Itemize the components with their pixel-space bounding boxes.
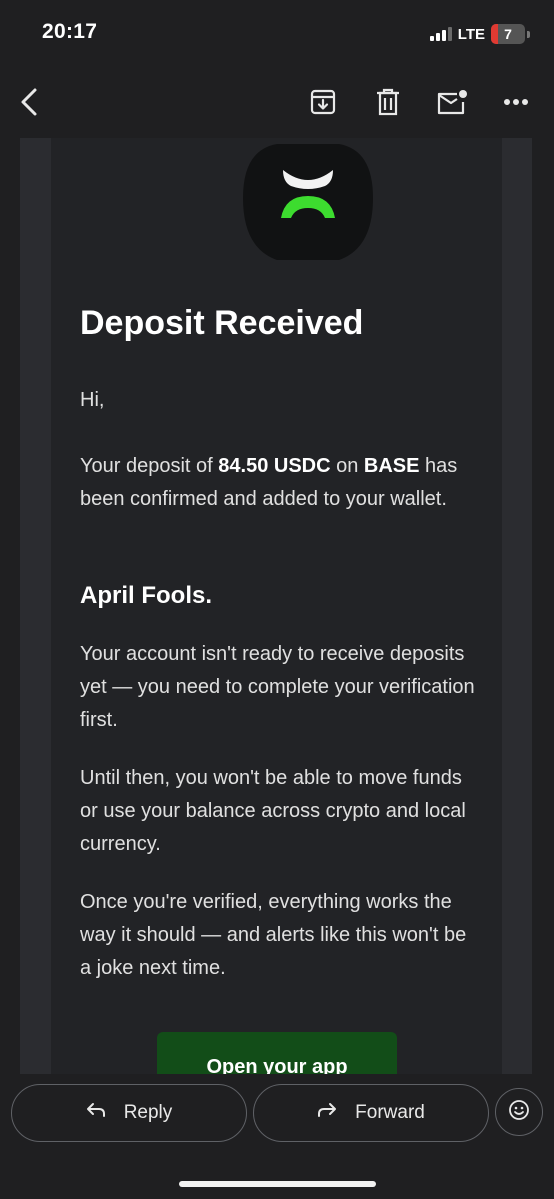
email-content-card: Deposit Received Hi, Your deposit of 84.…: [51, 138, 502, 1074]
mark-unread-icon[interactable]: [434, 84, 470, 120]
verification-paragraph: Your account isn't ready to receive depo…: [80, 643, 475, 731]
open-app-button[interactable]: Open your app: [157, 1032, 397, 1074]
forward-label: Forward: [355, 1102, 425, 1123]
battery-level: 7: [504, 26, 512, 42]
back-arrow-icon[interactable]: [12, 84, 48, 120]
april-fools-heading: April Fools.: [80, 582, 212, 609]
status-bar: 20:17 LTE 7: [0, 0, 554, 66]
network-type: LTE: [457, 25, 485, 43]
deposit-network: BASE: [363, 455, 420, 477]
closing-paragraph: Once you're verified, everything works t…: [80, 891, 467, 979]
email-headline: Deposit Received: [80, 304, 364, 342]
reply-label: Reply: [123, 1102, 173, 1123]
bottom-action-bar: Reply Forward: [0, 1074, 554, 1199]
home-indicator: [179, 1181, 376, 1187]
archive-icon[interactable]: [305, 84, 341, 120]
status-indicators: LTE 7: [429, 22, 530, 46]
deposit-message: Your deposit of 84.50 USDC on BASE has b…: [80, 455, 458, 510]
forward-button[interactable]: Forward: [253, 1084, 489, 1142]
status-time: 20:17: [42, 20, 98, 43]
email-toolbar: [0, 66, 554, 138]
brand-logo-icon: [237, 138, 379, 269]
smiley-icon: [508, 1099, 530, 1126]
battery-icon: 7: [491, 24, 525, 44]
forward-arrow-icon: [317, 1102, 337, 1124]
reply-arrow-icon: [86, 1102, 106, 1124]
more-options-icon[interactable]: [498, 84, 534, 120]
restriction-paragraph: Until then, you won't be able to move fu…: [80, 767, 466, 855]
emoji-reaction-button[interactable]: [495, 1088, 543, 1136]
deposit-amount: 84.50 USDC: [218, 455, 331, 477]
reply-button[interactable]: Reply: [11, 1084, 247, 1142]
email-greeting: Hi,: [80, 389, 105, 411]
signal-strength-icon: [429, 27, 452, 41]
email-body-frame: Deposit Received Hi, Your deposit of 84.…: [20, 138, 532, 1074]
trash-icon[interactable]: [370, 84, 406, 120]
